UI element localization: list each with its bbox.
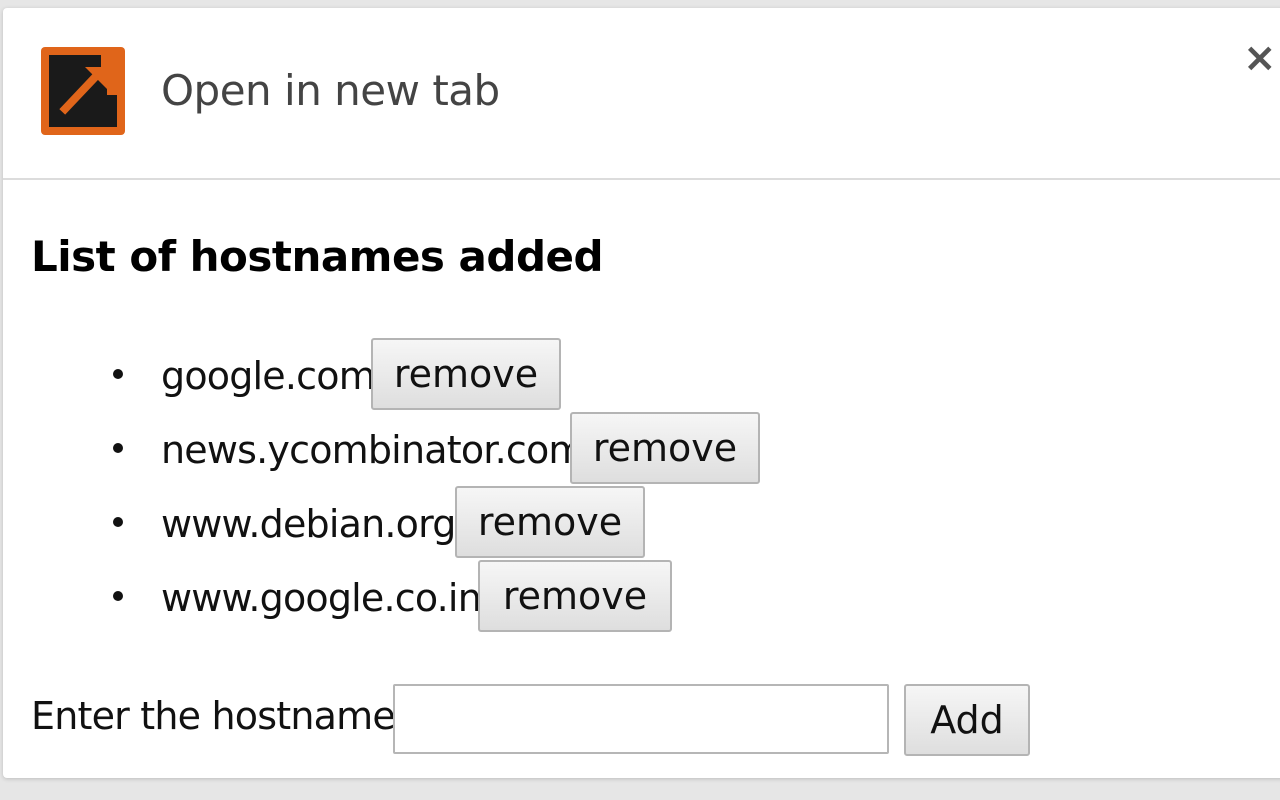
- remove-button[interactable]: remove: [371, 338, 561, 410]
- hostname-input[interactable]: [393, 684, 889, 754]
- remove-button[interactable]: remove: [455, 486, 645, 558]
- hostname-input-label: Enter the hostname: [31, 694, 396, 738]
- hostname-text: www.debian.org: [161, 502, 456, 546]
- close-button[interactable]: ×: [1243, 38, 1279, 78]
- dialog-title: Open in new tab: [161, 66, 500, 115]
- hostname-text: news.ycombinator.com: [161, 428, 585, 472]
- dialog-header: Open in new tab ×: [3, 8, 1280, 180]
- bullet-icon: [113, 517, 123, 527]
- hostname-text: google.com: [161, 354, 376, 398]
- bullet-icon: [113, 369, 123, 379]
- open-in-new-tab-icon: [41, 47, 125, 135]
- hostname-list-title: List of hostnames added: [31, 232, 604, 281]
- add-button[interactable]: Add: [904, 684, 1030, 756]
- hostname-text: www.google.co.in: [161, 576, 482, 620]
- bullet-icon: [113, 591, 123, 601]
- remove-button[interactable]: remove: [478, 560, 672, 632]
- extension-options-dialog: Open in new tab × List of hostnames adde…: [3, 8, 1280, 778]
- bullet-icon: [113, 443, 123, 453]
- remove-button[interactable]: remove: [570, 412, 760, 484]
